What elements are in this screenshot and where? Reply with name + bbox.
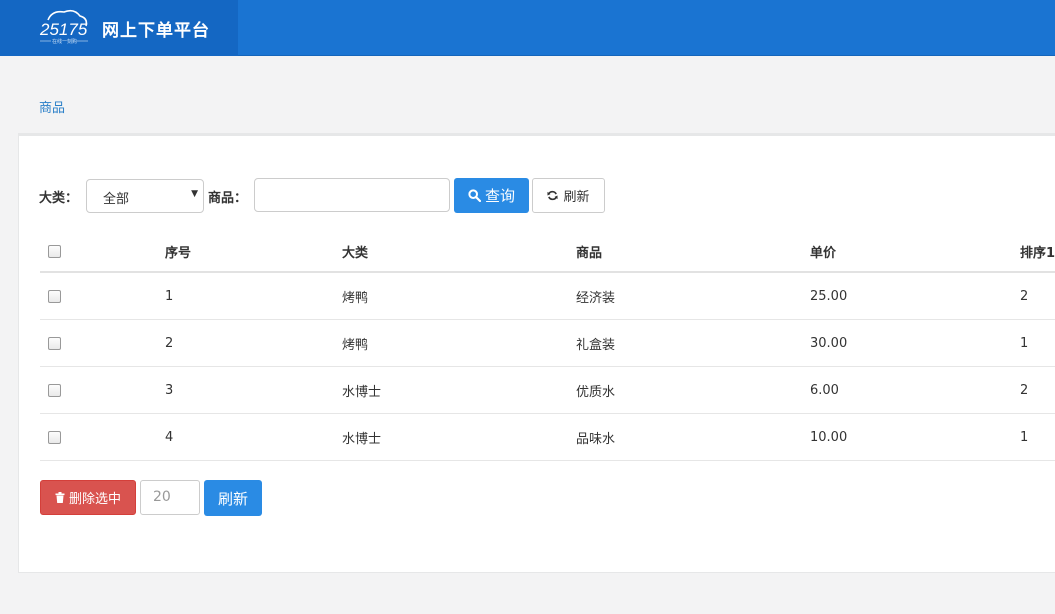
logo-tagline: 在线一刻购 [52,38,77,45]
app-title: 网上下单平台 [102,21,210,41]
checkbox-icon[interactable] [48,383,61,397]
cell-price: 10.00 [810,429,848,445]
query-button[interactable]: 查询 [454,178,529,213]
category-select[interactable]: 全部 ▼ [86,179,204,213]
row-checkbox[interactable] [48,367,61,413]
row-checkbox[interactable] [48,320,61,366]
table-row[interactable]: 2 烤鸭 礼盒装 30.00 1 [40,320,1055,367]
logo-icon: 25175 在线一刻购 [39,9,88,45]
delete-button-label: 删除选中 [68,492,121,507]
table-row[interactable]: 3 水博士 优质水 6.00 2 [40,367,1055,414]
column-header-sort[interactable]: 排序1 [1020,230,1055,271]
query-button-label: 查询 [484,187,515,205]
cell-category: 烤鸭 [342,337,369,353]
cell-category: 烤鸭 [342,290,369,306]
column-header-category[interactable]: 大类 [342,230,368,271]
product-search-input[interactable] [254,178,450,212]
bottom-refresh-button[interactable]: 刷新 [204,480,262,516]
refresh-button-label: 刷新 [563,190,590,205]
table-row[interactable]: 1 烤鸭 经济装 25.00 2 [40,273,1055,320]
cell-product: 品味水 [576,431,616,447]
column-header-index[interactable]: 序号 [165,230,191,271]
refresh-icon [547,190,559,201]
select-all-checkbox[interactable] [48,230,61,271]
table-row[interactable]: 4 水博士 品味水 10.00 1 [40,414,1055,461]
cell-sort: 2 [1020,382,1029,398]
product-label: 商品： [208,191,248,206]
cell-price: 6.00 [810,382,839,398]
cell-price: 30.00 [810,335,848,351]
content-panel: 大类： 全部 ▼ 商品： 查询 刷新 序号 大类 商品 单价 排序1 1 烤鸭 … [18,133,1055,573]
cell-product: 礼盒装 [576,337,616,353]
delete-selected-button[interactable]: 删除选中 [40,480,136,515]
row-checkbox[interactable] [48,414,61,460]
breadcrumb[interactable]: 商品 [39,97,65,116]
logo-text: 25175 [39,20,88,39]
cell-index: 4 [165,429,174,445]
refresh-button[interactable]: 刷新 [532,178,605,213]
category-label: 大类： [39,191,79,206]
checkbox-icon[interactable] [48,289,61,303]
category-select-value: 全部 [103,192,130,207]
cell-category: 水博士 [342,384,382,400]
product-table: 序号 大类 商品 单价 排序1 1 烤鸭 经济装 25.00 2 2 烤鸭 礼盒… [40,230,1055,461]
table-header: 序号 大类 商品 单价 排序1 [40,230,1055,273]
cell-product: 优质水 [576,384,616,400]
page-size-input[interactable]: 20 [140,480,200,515]
chevron-down-icon: ▼ [191,189,198,199]
column-header-product[interactable]: 商品 [576,230,602,271]
cell-index: 1 [165,288,174,304]
cell-sort: 2 [1020,288,1029,304]
search-icon [468,189,481,202]
cell-price: 25.00 [810,288,848,304]
cell-product: 经济装 [576,290,616,306]
cell-index: 3 [165,382,174,398]
checkbox-icon[interactable] [48,336,61,350]
top-navbar: 25175 在线一刻购 网上下单平台 [0,0,1055,56]
checkbox-icon[interactable] [48,245,61,258]
cell-sort: 1 [1020,429,1029,445]
checkbox-icon[interactable] [48,430,61,444]
cell-sort: 1 [1020,335,1029,351]
column-header-price[interactable]: 单价 [810,230,836,271]
trash-icon [55,492,65,503]
cell-index: 2 [165,335,174,351]
brand-area[interactable]: 25175 在线一刻购 网上下单平台 [0,0,238,56]
cell-category: 水博士 [342,431,382,447]
row-checkbox[interactable] [48,273,61,319]
